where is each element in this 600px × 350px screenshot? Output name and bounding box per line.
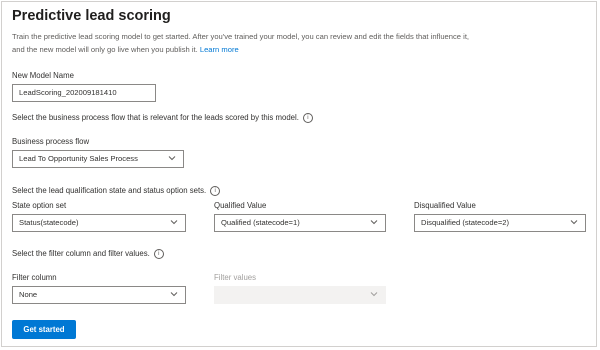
filter-heading-text: Select the filter column and filter valu…: [12, 249, 150, 259]
chevron-down-icon: [170, 220, 178, 225]
disqualified-value-text: Disqualified (statecode=2): [421, 218, 510, 227]
state-section-heading: Select the lead qualification state and …: [12, 186, 221, 196]
info-icon[interactable]: i: [210, 186, 221, 196]
page-description: Train the predictive lead scoring model …: [12, 30, 482, 56]
state-heading-text: Select the lead qualification state and …: [12, 186, 207, 196]
chevron-down-icon: [570, 220, 578, 225]
learn-more-link[interactable]: Learn more: [200, 45, 239, 54]
chevron-down-icon: [170, 292, 178, 297]
model-name-input[interactable]: LeadScoring_202009181410: [12, 84, 156, 102]
qualified-value-text: Qualified (statecode=1): [221, 218, 300, 227]
state-option-label: State option set: [12, 201, 67, 210]
state-option-value: Status(statecode): [19, 218, 79, 227]
model-name-label: New Model Name: [12, 71, 74, 80]
get-started-button[interactable]: Get started: [12, 320, 76, 339]
info-icon[interactable]: i: [302, 113, 313, 123]
disqualified-value-label: Disqualified Value: [414, 201, 476, 210]
filter-column-label: Filter column: [12, 273, 57, 282]
filter-column-select[interactable]: None: [12, 286, 186, 304]
bpf-label: Business process flow: [12, 137, 90, 146]
disqualified-value-select[interactable]: Disqualified (statecode=2): [414, 214, 586, 232]
info-icon[interactable]: i: [153, 249, 164, 259]
bpf-heading-text: Select the business process flow that is…: [12, 113, 299, 123]
chevron-down-icon: [370, 220, 378, 225]
filter-section-heading: Select the filter column and filter valu…: [12, 249, 164, 259]
qualified-value-label: Qualified Value: [214, 201, 267, 210]
filter-values-label: Filter values: [214, 273, 257, 282]
page-title: Predictive lead scoring: [12, 8, 171, 24]
filter-values-select: [214, 286, 386, 304]
filter-column-value: None: [19, 290, 38, 299]
bpf-select-value: Lead To Opportunity Sales Process: [19, 154, 138, 163]
description-text: Train the predictive lead scoring model …: [12, 32, 470, 54]
qualified-value-select[interactable]: Qualified (statecode=1): [214, 214, 386, 232]
bpf-section-heading: Select the business process flow that is…: [12, 113, 313, 123]
state-option-select[interactable]: Status(statecode): [12, 214, 186, 232]
chevron-down-icon: [370, 292, 378, 297]
bpf-select[interactable]: Lead To Opportunity Sales Process: [12, 150, 184, 168]
chevron-down-icon: [168, 156, 176, 161]
